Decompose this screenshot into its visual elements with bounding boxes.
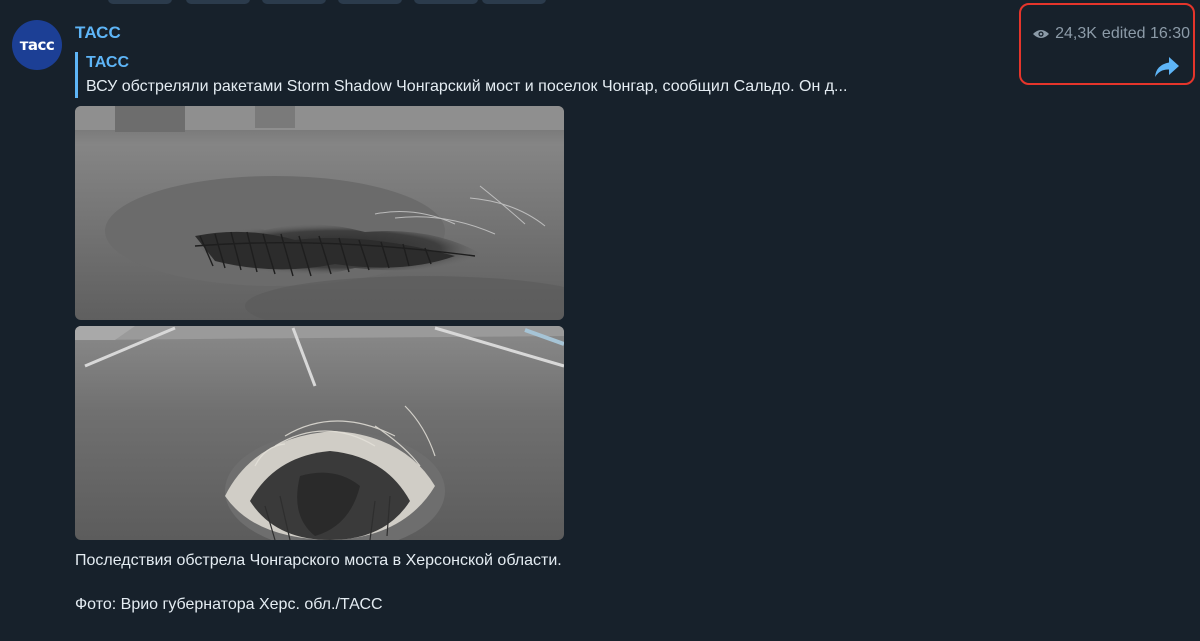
- photo-credit: Фото: Врио губернатора Херс. обл./ТАСС: [75, 596, 383, 613]
- reply-quote[interactable]: ТАСС ВСУ обстреляли ракетами Storm Shado…: [75, 52, 980, 98]
- bridge-crater-photo-1[interactable]: [75, 106, 564, 320]
- avatar-logo-text: тасс: [19, 36, 55, 54]
- previous-message-stub: [186, 0, 250, 4]
- reply-text: ВСУ обстреляли ракетами Storm Shadow Чон…: [86, 78, 848, 95]
- channel-avatar[interactable]: тасс: [12, 20, 62, 70]
- previous-message-stub: [108, 0, 172, 4]
- photo-image: [75, 326, 564, 540]
- photo-image: [75, 106, 564, 320]
- bridge-crater-photo-2[interactable]: [75, 326, 564, 540]
- channel-name[interactable]: ТАСС: [75, 23, 121, 43]
- reply-author: ТАСС: [86, 54, 130, 71]
- previous-message-stub: [482, 0, 546, 4]
- previous-message-stub: [338, 0, 402, 4]
- caption-text: Последствия обстрела Чонгарского моста в…: [75, 552, 562, 569]
- post-caption: Последствия обстрела Чонгарского моста в…: [75, 550, 595, 616]
- previous-message-stub: [262, 0, 326, 4]
- previous-message-stub: [414, 0, 478, 4]
- highlight-annotation-box: [1019, 3, 1195, 85]
